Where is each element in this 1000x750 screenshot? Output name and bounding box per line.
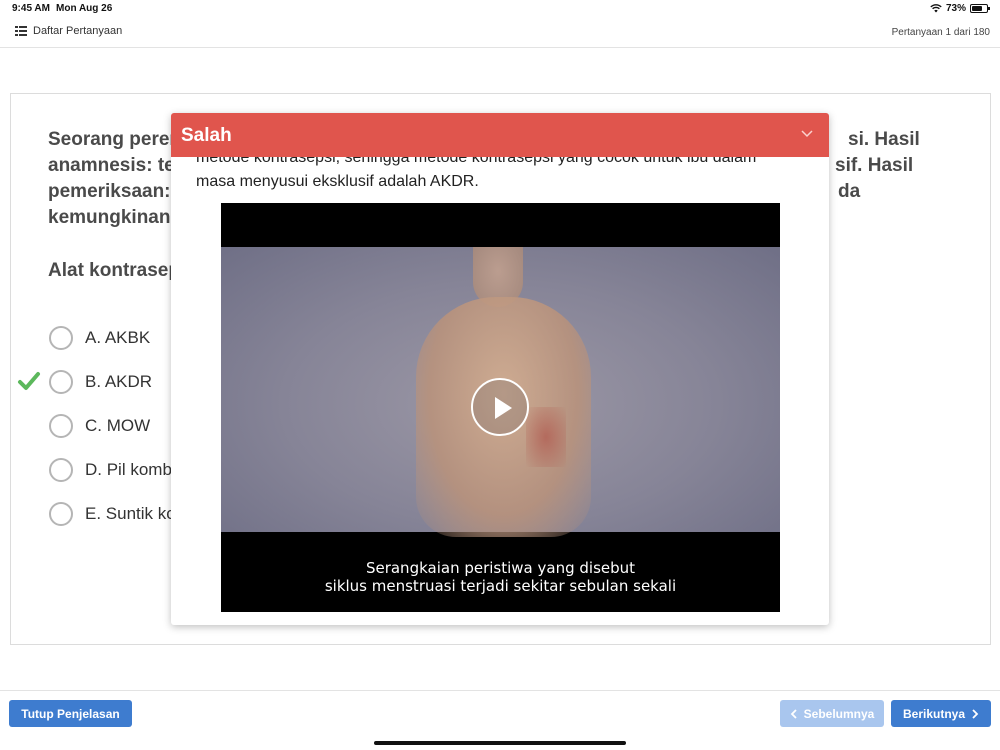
radio-button[interactable] bbox=[49, 458, 73, 482]
status-time: 9:45 AM bbox=[12, 3, 50, 14]
top-bar: Daftar Pertanyaan Pertanyaan 1 dari 180 bbox=[0, 18, 1000, 48]
question-line1-right: si. Hasil bbox=[848, 129, 920, 150]
radio-button[interactable] bbox=[49, 414, 73, 438]
question-line2-left: anamnesis: te bbox=[48, 155, 175, 176]
subtitle-line1: Serangkaian peristiwa yang disebut bbox=[365, 559, 636, 577]
answer-options: A. AKBK B. AKDR C. MOW D. Pil komb E. Su… bbox=[18, 316, 176, 536]
list-icon bbox=[15, 26, 27, 36]
option-a[interactable]: A. AKBK bbox=[49, 316, 176, 360]
question-line2-right: sif. Hasil bbox=[835, 155, 914, 176]
option-label: C. MOW bbox=[85, 416, 151, 435]
bottom-bar: Tutup Penjelasan Sebelumnya Berikutnya bbox=[0, 690, 1000, 750]
option-e[interactable]: E. Suntik ko bbox=[49, 492, 176, 536]
radio-button[interactable] bbox=[49, 326, 73, 350]
option-b[interactable]: B. AKDR bbox=[18, 360, 176, 404]
question-counter: Pertanyaan 1 dari 180 bbox=[891, 27, 990, 38]
question-line1-left: Seorang perem bbox=[48, 129, 187, 150]
explanation-modal: metode kontrasepsi, sehingga metode kont… bbox=[171, 113, 829, 625]
chevron-right-icon bbox=[972, 708, 979, 719]
chevron-down-icon[interactable] bbox=[801, 127, 813, 139]
explanation-line2: masa menyusui eksklusif adalah AKDR. bbox=[196, 173, 479, 190]
radio-button[interactable] bbox=[49, 370, 73, 394]
wifi-icon bbox=[930, 4, 942, 13]
next-button[interactable]: Berikutnya bbox=[891, 700, 991, 727]
question-line3-right: da bbox=[838, 181, 861, 202]
question-line4-left: kemungkinan bbox=[48, 207, 171, 228]
question-list-button[interactable]: Daftar Pertanyaan bbox=[15, 25, 122, 37]
option-label: D. Pil komb bbox=[85, 460, 172, 479]
next-label: Berikutnya bbox=[902, 706, 966, 721]
option-d[interactable]: D. Pil komb bbox=[49, 448, 176, 492]
battery-percent: 73% bbox=[945, 3, 966, 14]
explanation-body[interactable]: metode kontrasepsi, sehingga metode kont… bbox=[171, 113, 829, 625]
radio-button[interactable] bbox=[49, 502, 73, 526]
video-figure-organ bbox=[526, 407, 566, 467]
previous-button[interactable]: Sebelumnya bbox=[780, 700, 884, 727]
close-explanation-label: Tutup Penjelasan bbox=[21, 706, 120, 721]
checkmark-icon bbox=[18, 372, 40, 390]
option-label: A. AKBK bbox=[85, 328, 151, 347]
status-right: 73% bbox=[930, 3, 990, 14]
option-label: E. Suntik ko bbox=[85, 504, 176, 523]
previous-label: Sebelumnya bbox=[803, 706, 875, 721]
play-icon[interactable] bbox=[471, 378, 529, 436]
question-prompt: Alat kontrasep bbox=[48, 260, 180, 281]
video-player[interactable]: Serangkaian peristiwa yang disebut siklu… bbox=[221, 203, 780, 612]
subtitle-line2: siklus menstruasi terjadi sekitar sebula… bbox=[324, 577, 677, 595]
chevron-left-icon bbox=[790, 708, 797, 719]
status-date: Mon Aug 26 bbox=[56, 3, 113, 14]
battery-icon bbox=[970, 4, 990, 13]
explanation-title: Salah bbox=[181, 125, 232, 146]
option-label: B. AKDR bbox=[85, 372, 153, 391]
question-line3-left: pemeriksaan: bbox=[48, 181, 171, 202]
video-subtitle: Serangkaian peristiwa yang disebut siklu… bbox=[221, 559, 780, 595]
close-explanation-button[interactable]: Tutup Penjelasan bbox=[9, 700, 132, 727]
home-indicator[interactable] bbox=[374, 741, 626, 745]
explanation-header[interactable]: Salah bbox=[171, 113, 829, 157]
option-c[interactable]: C. MOW bbox=[49, 404, 176, 448]
question-list-label: Daftar Pertanyaan bbox=[33, 25, 123, 37]
status-bar: 9:45 AM Mon Aug 26 73% bbox=[0, 0, 1000, 18]
